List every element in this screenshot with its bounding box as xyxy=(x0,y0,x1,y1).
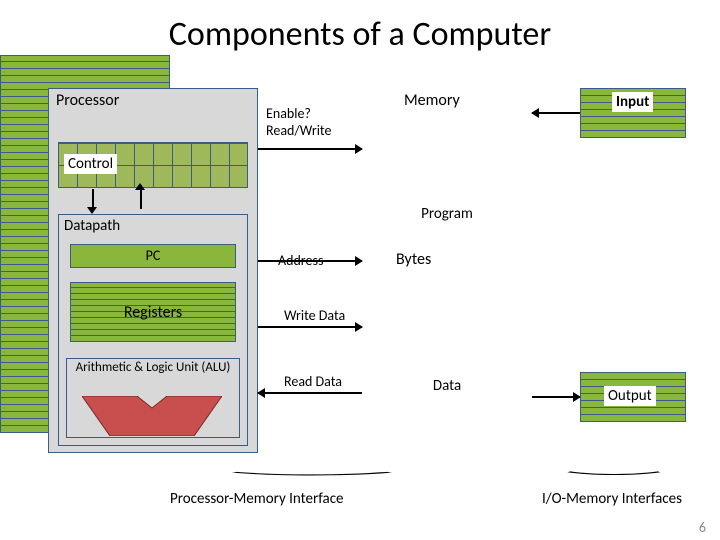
processor-memory-interface-label: Processor-Memory Interface xyxy=(170,490,344,508)
input-label: Input xyxy=(612,92,653,112)
output-arrow xyxy=(532,396,580,398)
registers-block: Registers xyxy=(70,282,236,342)
write-data-arrow xyxy=(258,326,362,328)
pc-block: PC xyxy=(70,244,236,268)
input-arrow xyxy=(532,112,580,114)
alu-trapezoid-icon xyxy=(82,396,222,436)
control-to-datapath-arrow xyxy=(92,189,94,209)
arrow-head-down-icon xyxy=(87,207,97,214)
slide-title: Components of a Computer xyxy=(0,0,720,55)
alu-label: Arithmetic & Logic Unit (ALU) xyxy=(72,360,234,375)
io-memory-interfaces-label: I/O-Memory Interfaces xyxy=(542,490,682,508)
brace-icon: ︶ xyxy=(565,468,663,488)
enable-arrow xyxy=(258,148,362,150)
datapath-label: Datapath xyxy=(64,217,120,235)
processor-label: Processor xyxy=(56,91,119,110)
memory-data-label: Data xyxy=(363,368,531,404)
arrow-head-up-icon xyxy=(135,183,145,190)
memory-bytes-label: Bytes xyxy=(396,250,431,269)
brace-icon: ︶ xyxy=(228,468,396,488)
control-label: Control xyxy=(64,154,117,174)
output-label: Output xyxy=(604,386,656,406)
enable-label: Enable? Read/Write xyxy=(266,106,356,140)
read-data-label: Read Data xyxy=(284,374,354,391)
memory-program-label: Program xyxy=(363,196,531,232)
read-data-arrow xyxy=(258,392,362,394)
write-data-label: Write Data xyxy=(284,308,354,325)
memory-label: Memory xyxy=(398,90,466,111)
datapath-to-control-arrow xyxy=(140,189,142,209)
page-number: 6 xyxy=(699,519,706,536)
address-label: Address xyxy=(278,252,323,269)
